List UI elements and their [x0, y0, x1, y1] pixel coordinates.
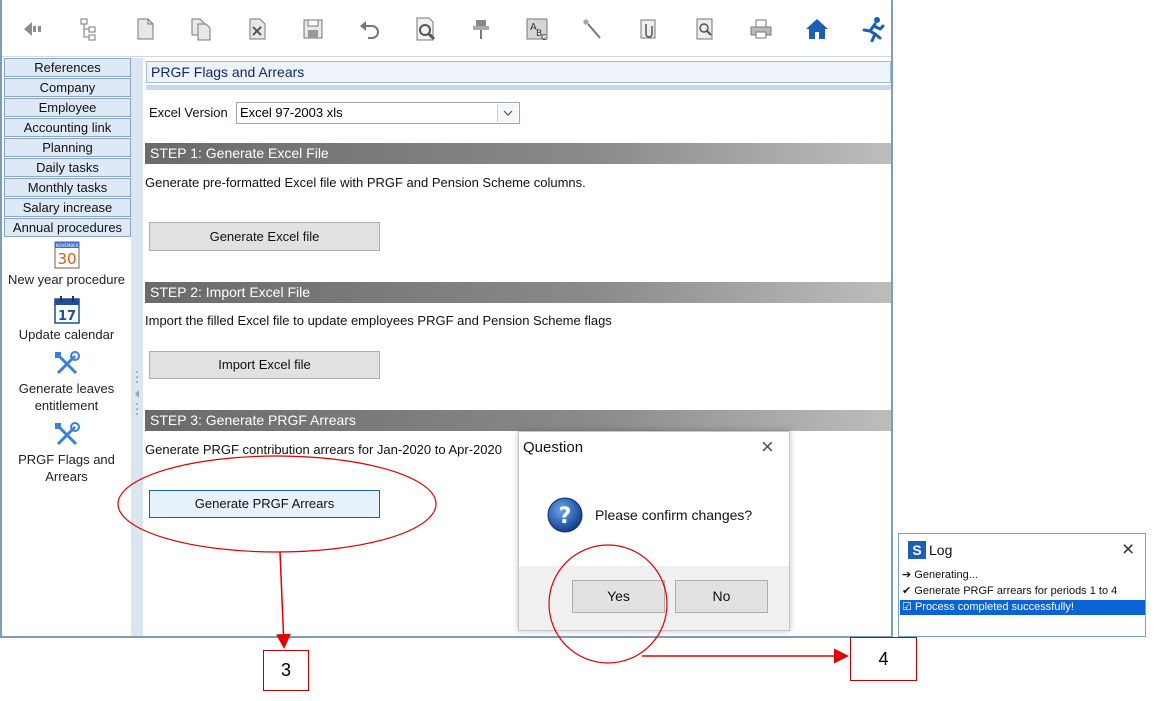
- callout-4: 4: [850, 637, 917, 681]
- wand-icon[interactable]: [576, 10, 610, 48]
- back-icon[interactable]: [16, 10, 50, 48]
- excel-version-label: Excel Version: [149, 105, 228, 120]
- task-new-year-procedure[interactable]: NOVEMBER 30 New year procedure: [2, 241, 131, 288]
- step2-header: STEP 2: Import Excel File: [145, 282, 891, 303]
- import-excel-file-button[interactable]: Import Excel file: [149, 351, 380, 379]
- nav-annual-procedures[interactable]: Annual procedures: [4, 218, 131, 237]
- yes-button[interactable]: Yes: [572, 580, 665, 613]
- excel-version-select[interactable]: Excel 97-2003 xls: [236, 102, 520, 124]
- tools-icon: [54, 422, 80, 446]
- nav-salary-increase[interactable]: Salary increase: [4, 198, 131, 217]
- home-icon[interactable]: [800, 10, 834, 48]
- search-document-icon[interactable]: [688, 10, 722, 48]
- dialog-message: Please confirm changes?: [595, 507, 753, 523]
- calendar-30-icon: NOVEMBER 30: [54, 241, 79, 269]
- dialog-title: Question: [523, 439, 584, 456]
- task-label: New year procedure: [7, 272, 126, 287]
- svg-text:NOVEMBER: NOVEMBER: [55, 243, 78, 248]
- nav-monthly-tasks[interactable]: Monthly tasks: [4, 178, 131, 197]
- log-line-selected[interactable]: ☑ Process completed successfully!: [900, 600, 1145, 615]
- tree-icon[interactable]: [72, 10, 106, 48]
- spell-check-icon[interactable]: ABC: [520, 10, 554, 48]
- question-icon: ?: [547, 497, 583, 533]
- log-line: ✔ Generate PRGF arrears for periods 1 to…: [902, 585, 1118, 597]
- nav-company[interactable]: Company: [4, 78, 131, 97]
- nav-daily-tasks[interactable]: Daily tasks: [4, 158, 131, 177]
- splitter-grip-icon: [135, 371, 139, 415]
- generate-prgf-arrears-button[interactable]: Generate PRGF Arrears: [149, 490, 380, 518]
- generate-excel-file-button[interactable]: Generate Excel file: [149, 222, 380, 251]
- chevron-down-icon[interactable]: [497, 104, 518, 122]
- check-icon: ✔: [902, 585, 912, 597]
- nav-references[interactable]: References: [4, 58, 131, 77]
- arrow-icon: ➔: [902, 569, 912, 581]
- step1-header: STEP 1: Generate Excel File: [145, 143, 891, 164]
- excel-version-value: Excel 97-2003 xls: [240, 105, 343, 120]
- svg-text:?: ?: [559, 504, 572, 529]
- pin-icon[interactable]: [464, 10, 498, 48]
- task-label: Generate leaves entitlement: [18, 381, 115, 413]
- step1-description: Generate pre-formatted Excel file with P…: [145, 175, 586, 190]
- save-icon[interactable]: [296, 10, 330, 48]
- step3-description: Generate PRGF contribution arrears for J…: [145, 442, 502, 457]
- sidebar: References Company Employee Accounting l…: [2, 58, 131, 636]
- sidebar-splitter[interactable]: [131, 58, 143, 636]
- svg-text:17: 17: [57, 309, 75, 324]
- task-update-calendar[interactable]: 17 Update calendar: [2, 296, 131, 343]
- copy-document-icon[interactable]: [184, 10, 218, 48]
- undo-icon[interactable]: [352, 10, 386, 48]
- calendar-17-icon: 17: [53, 296, 80, 324]
- page-title: PRGF Flags and Arrears: [146, 61, 891, 83]
- no-button[interactable]: No: [675, 580, 768, 613]
- dialog-close-icon[interactable]: ×: [761, 434, 774, 460]
- tools-icon: [54, 351, 80, 375]
- nav-accounting-link[interactable]: Accounting link: [4, 118, 131, 137]
- task-prgf-flags-and-arrears[interactable]: PRGF Flags and Arrears: [2, 421, 131, 485]
- new-document-icon[interactable]: [128, 10, 162, 48]
- svg-text:C: C: [541, 33, 547, 42]
- log-line: ➔ Generating...: [902, 569, 978, 581]
- svg-text:30: 30: [57, 250, 76, 268]
- print-icon[interactable]: [744, 10, 778, 48]
- log-title: Log: [929, 542, 953, 558]
- preview-icon[interactable]: [408, 10, 442, 48]
- log-close-icon[interactable]: ×: [1122, 538, 1134, 562]
- step3-header: STEP 3: Generate PRGF Arrears: [145, 410, 891, 431]
- task-label: Update calendar: [18, 327, 115, 342]
- attach-icon[interactable]: [632, 10, 666, 48]
- nav-planning[interactable]: Planning: [4, 138, 131, 157]
- app-logo: S: [908, 541, 926, 559]
- callout-3: 3: [263, 650, 309, 691]
- title-underline: [146, 85, 891, 90]
- task-generate-leaves-entitlement[interactable]: Generate leaves entitlement: [2, 350, 131, 414]
- checkbox-checked-icon: ☑: [902, 601, 912, 613]
- delete-document-icon[interactable]: [240, 10, 274, 48]
- step2-description: Import the filled Excel file to update e…: [145, 313, 612, 328]
- toolbar: ABC: [2, 0, 891, 57]
- exit-runner-icon[interactable]: [856, 10, 890, 48]
- nav-employee[interactable]: Employee: [4, 98, 131, 117]
- task-label: PRGF Flags and Arrears: [18, 452, 115, 484]
